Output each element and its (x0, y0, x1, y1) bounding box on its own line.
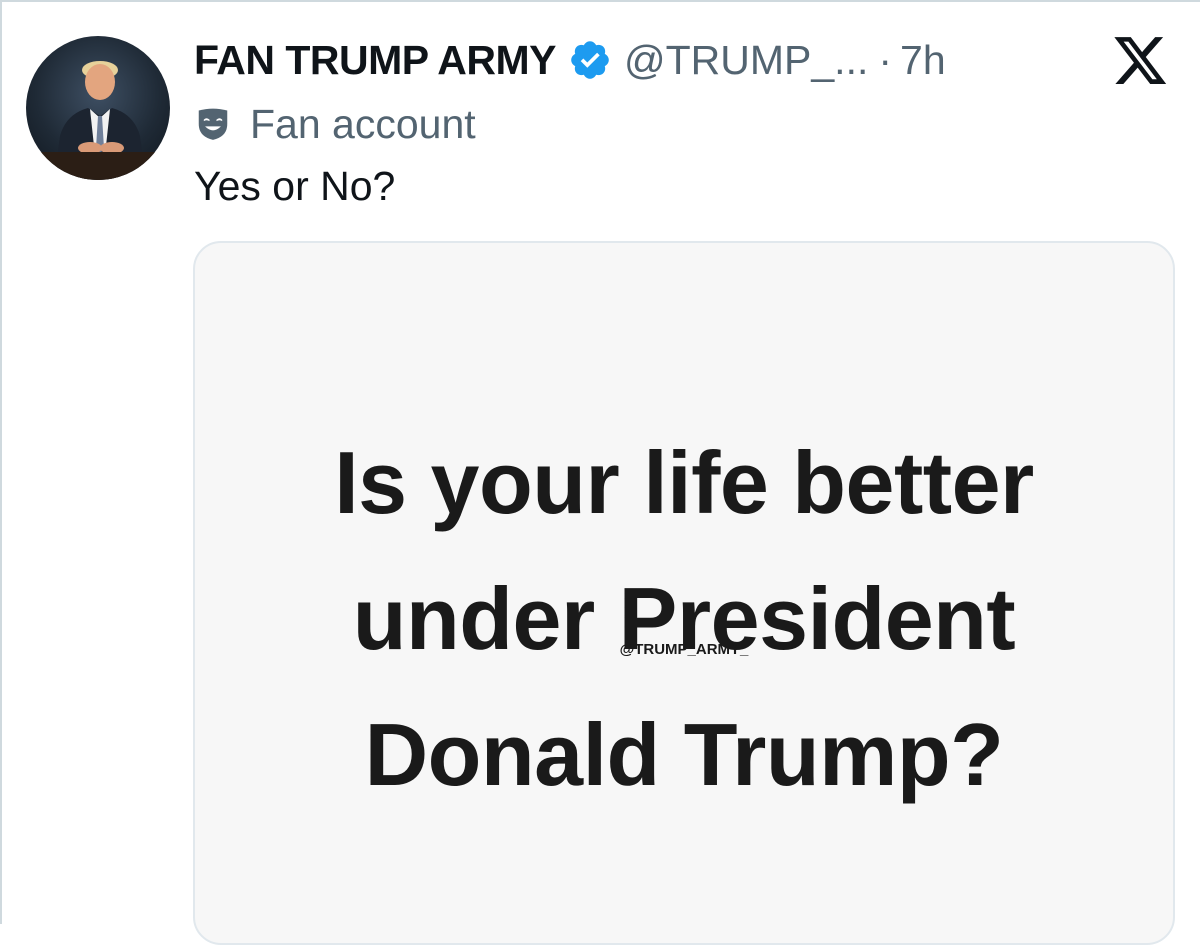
account-label-row: Fan account (194, 98, 476, 150)
timestamp[interactable]: 7h (900, 37, 946, 84)
x-logo-icon[interactable] (1112, 36, 1170, 86)
display-name[interactable]: FAN TRUMP ARMY (194, 37, 557, 84)
avatar[interactable] (26, 36, 170, 180)
fan-account-label: Fan account (250, 100, 476, 147)
headline-line: Is your life better (334, 433, 1034, 532)
tweet-header: FAN TRUMP ARMY @TRUMP_... · 7h (194, 32, 946, 88)
theater-mask-icon (194, 105, 232, 143)
tweet-text: Yes or No? (194, 163, 396, 209)
card-watermark: @TRUMP_ARMY_ (619, 641, 749, 658)
verified-badge-icon[interactable] (568, 38, 612, 82)
headline-line: under President (352, 569, 1016, 668)
headline-line: Donald Trump? (364, 705, 1004, 804)
frame-left-border (0, 0, 2, 924)
media-card[interactable]: Is your life better under President Dona… (193, 241, 1175, 945)
card-headline: Is your life better under President Dona… (195, 415, 1173, 823)
user-handle[interactable]: @TRUMP_... (624, 37, 868, 84)
profile-photo (26, 61, 170, 180)
frame-top-border (0, 0, 1200, 2)
separator-dot: · (878, 36, 893, 83)
